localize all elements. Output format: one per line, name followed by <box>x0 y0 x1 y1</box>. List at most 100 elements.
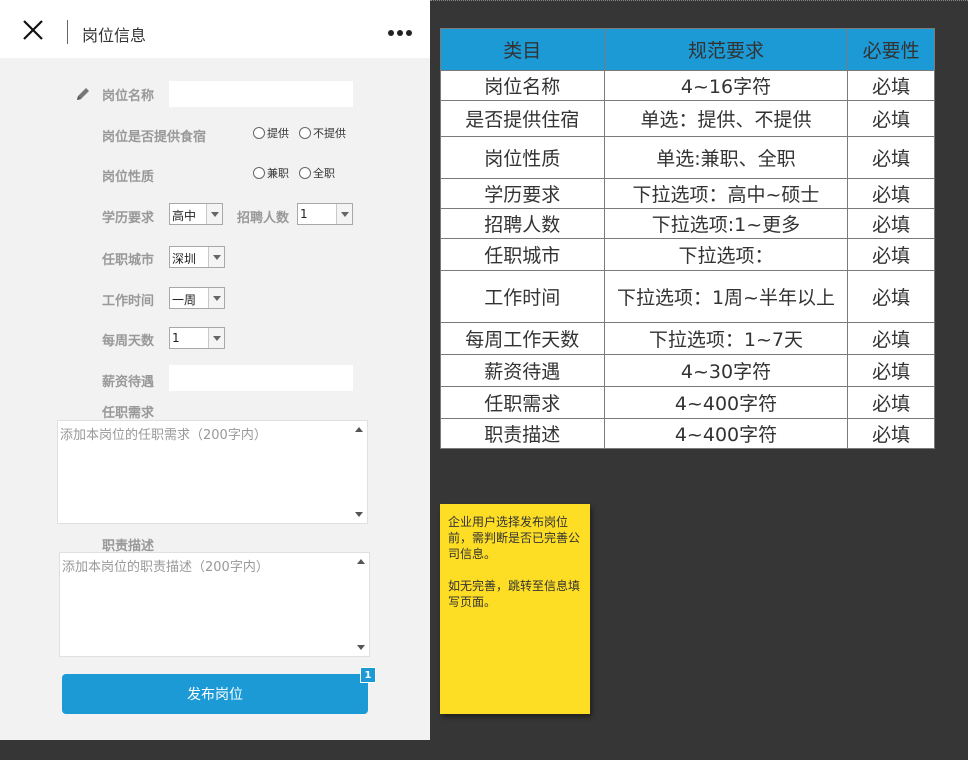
table-row: 学历要求 下拉选项：高中~硕士 必填 <box>440 178 935 209</box>
table-header-row: 类目 规范要求 必要性 <box>440 28 935 71</box>
job-type-label: 岗位性质 <box>102 170 155 185</box>
days-per-week-select[interactable]: 1 <box>169 327 225 349</box>
table-cell: 岗位性质 <box>440 136 605 179</box>
publish-job-button[interactable]: 发布岗位 <box>62 674 368 714</box>
top-bar: 岗位信息 <box>0 0 430 58</box>
close-icon[interactable] <box>22 19 44 41</box>
job-name-label: 岗位名称 <box>102 89 155 104</box>
annotation-badge: 1 <box>360 667 376 683</box>
city-select[interactable]: 深圳 <box>169 246 225 268</box>
table-cell: 下拉选项： <box>603 238 849 271</box>
table-cell: 必填 <box>847 70 935 101</box>
table-cell: 4~30字符 <box>603 354 849 387</box>
salary-input[interactable] <box>169 365 353 391</box>
table-cell: 下拉选项：1~7天 <box>603 322 849 355</box>
days-per-week-value: 1 <box>172 331 180 345</box>
table-cell: 4~400字符 <box>603 418 849 449</box>
table-cell: 职责描述 <box>440 418 605 449</box>
table-cell: 必填 <box>847 100 935 137</box>
table-cell: 下拉选项:1~更多 <box>603 208 849 239</box>
table-cell: 必填 <box>847 354 935 387</box>
more-options-icon[interactable] <box>387 28 415 38</box>
work-time-select[interactable]: 一周 <box>169 287 225 309</box>
requirements-placeholder: 添加本岗位的任职需求（200字内） <box>60 428 267 443</box>
radio-label: 不提供 <box>313 127 346 140</box>
table-row: 职责描述 4~400字符 必填 <box>440 418 935 449</box>
scrollbar[interactable] <box>351 421 367 523</box>
chevron-down-icon <box>208 328 224 348</box>
table-row: 岗位名称 4~16字符 必填 <box>440 70 935 101</box>
education-value: 高中 <box>172 209 197 223</box>
duties-placeholder: 添加本岗位的职责描述（200字内） <box>62 560 269 575</box>
note-paragraph: 企业用户选择发布岗位前，需判断是否已完善公司信息。 <box>448 515 581 561</box>
table-cell: 下拉选项：高中~硕士 <box>603 178 849 209</box>
title-divider <box>67 20 68 44</box>
job-type-radio-full-time[interactable]: 全职 <box>299 165 335 181</box>
radio-circle <box>299 127 311 139</box>
accommodation-radio-provide[interactable]: 提供 <box>253 125 289 141</box>
requirements-textarea[interactable]: 添加本岗位的任职需求（200字内） <box>57 420 368 524</box>
city-value: 深圳 <box>172 252 197 266</box>
canvas-guide-line <box>430 0 968 4</box>
chevron-down-icon <box>336 204 352 224</box>
scroll-up-icon[interactable] <box>355 427 363 432</box>
requirements-label: 任职需求 <box>102 406 155 421</box>
table-row: 每周工作天数 下拉选项：1~7天 必填 <box>440 322 935 355</box>
table-cell: 必填 <box>847 418 935 449</box>
table-cell: 必填 <box>847 322 935 355</box>
work-time-label: 工作时间 <box>102 294 155 309</box>
table-cell: 必填 <box>847 208 935 239</box>
table-cell: 任职需求 <box>440 386 605 419</box>
chevron-down-icon <box>208 247 224 267</box>
work-time-value: 一周 <box>172 293 197 307</box>
table-cell: 工作时间 <box>440 270 605 323</box>
radio-label: 提供 <box>267 127 289 140</box>
page-title: 岗位信息 <box>82 26 147 45</box>
table-cell: 每周工作天数 <box>440 322 605 355</box>
table-cell: 薪资待遇 <box>440 354 605 387</box>
table-cell: 4~16字符 <box>603 70 849 101</box>
headcount-label: 招聘人数 <box>237 211 290 226</box>
scroll-down-icon[interactable] <box>357 645 365 650</box>
scroll-up-icon[interactable] <box>357 559 365 564</box>
table-cell: 单选：提供、不提供 <box>603 100 849 137</box>
table-cell: 学历要求 <box>440 178 605 209</box>
table-cell: 是否提供住宿 <box>440 100 605 137</box>
table-row: 任职城市 下拉选项： 必填 <box>440 238 935 271</box>
table-row: 岗位性质 单选:兼职、全职 必填 <box>440 136 935 179</box>
job-type-radio-part-time[interactable]: 兼职 <box>253 165 289 181</box>
radio-circle <box>253 167 265 179</box>
radio-circle <box>299 167 311 179</box>
city-label: 任职城市 <box>102 253 155 268</box>
table-cell: 单选:兼职、全职 <box>603 136 849 179</box>
duties-textarea[interactable]: 添加本岗位的职责描述（200字内） <box>59 552 370 657</box>
chevron-down-icon <box>208 288 224 308</box>
column-header: 规范要求 <box>603 28 849 71</box>
table-cell: 下拉选项：1周~半年以上 <box>603 270 849 323</box>
table-row: 工作时间 下拉选项：1周~半年以上 必填 <box>440 270 935 323</box>
table-row: 薪资待遇 4~30字符 必填 <box>440 354 935 387</box>
table-cell: 招聘人数 <box>440 208 605 239</box>
job-name-input[interactable] <box>169 81 353 107</box>
table-cell: 必填 <box>847 270 935 323</box>
table-cell: 4~400字符 <box>603 386 849 419</box>
accommodation-radio-not-provide[interactable]: 不提供 <box>299 125 346 141</box>
table-cell: 岗位名称 <box>440 70 605 101</box>
salary-label: 薪资待遇 <box>102 375 155 390</box>
scrollbar[interactable] <box>353 553 369 656</box>
pencil-icon <box>77 88 89 100</box>
table-cell: 必填 <box>847 136 935 179</box>
spec-table: 类目 规范要求 必要性 岗位名称 4~16字符 必填 是否提供住宿 单选：提供、… <box>440 28 935 449</box>
headcount-value: 1 <box>300 207 308 221</box>
table-row: 是否提供住宿 单选：提供、不提供 必填 <box>440 100 935 137</box>
table-cell: 必填 <box>847 238 935 271</box>
table-row: 招聘人数 下拉选项:1~更多 必填 <box>440 208 935 239</box>
scroll-down-icon[interactable] <box>355 512 363 517</box>
table-row: 任职需求 4~400字符 必填 <box>440 386 935 419</box>
chevron-down-icon <box>206 204 222 224</box>
radio-circle <box>253 127 265 139</box>
education-select[interactable]: 高中 <box>169 203 223 225</box>
note-paragraph: 如无完善，跳转至信息填写页面。 <box>448 579 581 609</box>
table-cell: 任职城市 <box>440 238 605 271</box>
headcount-select[interactable]: 1 <box>297 203 353 225</box>
